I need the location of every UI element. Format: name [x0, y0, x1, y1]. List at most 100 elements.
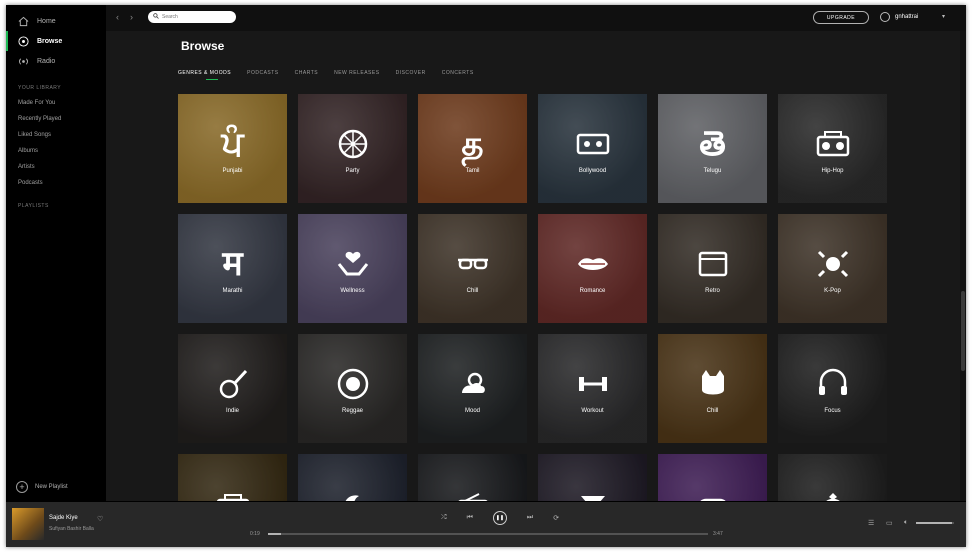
playback-controls: ⤮ ⏮ ❚❚ ⏭ ⟳: [431, 511, 569, 525]
scrollbar[interactable]: [960, 31, 966, 501]
genre-tile[interactable]: Chill: [658, 334, 767, 443]
username: gnhattrai: [895, 14, 919, 20]
queue-icon[interactable]: ☰: [868, 519, 874, 527]
heart-icon[interactable]: ♡: [97, 515, 103, 523]
library-item[interactable]: Artists: [6, 159, 106, 175]
pause-button[interactable]: ❚❚: [492, 511, 507, 525]
tab-concerts[interactable]: CONCERTS: [442, 70, 474, 80]
tile-label: Reggae: [341, 407, 364, 414]
genre-tile[interactable]: Focus: [778, 334, 887, 443]
tab-genres-moods[interactable]: GENRES & MOODS: [178, 70, 231, 80]
genre-tile[interactable]: म Marathi: [178, 214, 287, 323]
genre-tile[interactable]: Party: [298, 94, 407, 203]
genre-tile[interactable]: [418, 454, 527, 501]
tile-label: Bollywood: [578, 167, 607, 174]
home-icon: [18, 16, 29, 27]
genre-tile[interactable]: [778, 454, 887, 501]
new-playlist-button[interactable]: + New Playlist: [16, 481, 68, 493]
disco-ball-icon: [333, 124, 373, 164]
genre-tile[interactable]: Retro: [658, 214, 767, 323]
genre-tile[interactable]: [538, 454, 647, 501]
volume-icon[interactable]: 🔈︎: [904, 519, 908, 527]
upgrade-button[interactable]: UPGRADE: [813, 11, 869, 24]
radio-icon: [18, 56, 29, 67]
player-bar: Sajde Kiye Sufiyan Bashir Balla ♡ ⤮ ⏮ ❚❚…: [6, 501, 966, 547]
shuffle-icon[interactable]: ⤮: [441, 514, 447, 522]
genre-tile[interactable]: Reggae: [298, 334, 407, 443]
genre-tile[interactable]: Mood: [418, 334, 527, 443]
marathi-script-icon: म: [222, 244, 243, 283]
genre-tile[interactable]: Hip-Hop: [778, 94, 887, 203]
main-content: Browse GENRES & MOODS PODCASTS CHARTS NEW R…: [106, 31, 966, 501]
cloud-sun-icon: [453, 364, 493, 404]
browse-icon: [18, 35, 29, 47]
tile-label: Telugu: [703, 167, 722, 174]
library-item[interactable]: Podcasts: [6, 175, 106, 191]
tab-new-releases[interactable]: NEW RELEASES: [334, 70, 379, 80]
punjabi-script-icon: ਪੰ: [221, 124, 244, 163]
hands-heart-icon: [333, 244, 373, 284]
korea-flag-icon: [813, 244, 853, 284]
library-item[interactable]: Albums: [6, 143, 106, 159]
avatar: [880, 12, 890, 22]
tile-label: Romance: [579, 287, 606, 294]
genre-tile[interactable]: ਪੰ Punjabi: [178, 94, 287, 203]
time-elapsed: 0:19: [250, 531, 260, 537]
dumbbell-icon: [573, 364, 613, 404]
genre-tile[interactable]: Wellness: [298, 214, 407, 323]
tile-label: Mood: [464, 407, 480, 414]
search-box[interactable]: [148, 11, 236, 23]
previous-icon[interactable]: ⏮: [467, 514, 473, 522]
track-title[interactable]: Sajde Kiye: [49, 515, 78, 521]
back-arrow-icon[interactable]: ‹: [116, 12, 119, 22]
genre-tile[interactable]: Romance: [538, 214, 647, 323]
genre-tile[interactable]: K-Pop: [778, 214, 887, 323]
tab-discover[interactable]: DISCOVER: [396, 70, 426, 80]
library-item[interactable]: Recently Played: [6, 111, 106, 127]
sidebar-item-home[interactable]: Home: [6, 11, 106, 31]
track-artist[interactable]: Sufiyan Bashir Balla: [49, 526, 94, 532]
genre-tile[interactable]: Chill: [418, 214, 527, 323]
tile-label: K-Pop: [824, 287, 841, 294]
time-total: 3:47: [713, 531, 723, 537]
tile-label: Chill: [466, 287, 479, 294]
genre-tile[interactable]: [298, 454, 407, 501]
genre-tile[interactable]: తె Telugu: [658, 94, 767, 203]
genre-tile[interactable]: [178, 454, 287, 501]
tile-label: Hip-Hop: [821, 167, 844, 174]
tile-label: Tamil: [465, 167, 480, 174]
user-menu[interactable]: gnhattrai: [880, 12, 918, 22]
scrollbar-thumb[interactable]: [961, 291, 965, 371]
next-icon[interactable]: ⏭: [527, 514, 533, 522]
chevron-down-icon[interactable]: ▾: [942, 13, 945, 20]
cassette-icon: [573, 124, 613, 164]
tab-charts[interactable]: CHARTS: [295, 70, 318, 80]
headphones-icon: [813, 364, 853, 404]
search-input[interactable]: [162, 14, 232, 20]
progress-bar[interactable]: [268, 533, 708, 535]
cat-icon: [693, 364, 733, 404]
tile-label: Chill: [706, 407, 719, 414]
devices-icon[interactable]: ▭: [886, 519, 893, 527]
genre-tile[interactable]: [658, 454, 767, 501]
tile-label: Focus: [824, 407, 841, 414]
volume-slider[interactable]: [916, 522, 954, 524]
genre-tile[interactable]: Bollywood: [538, 94, 647, 203]
cocktail-icon: [573, 487, 613, 501]
sidebar-item-label: Browse: [37, 37, 63, 45]
library-item[interactable]: Liked Songs: [6, 127, 106, 143]
genre-tile[interactable]: Workout: [538, 334, 647, 443]
tile-label: Retro: [705, 287, 720, 294]
genre-tile[interactable]: Indie: [178, 334, 287, 443]
forward-arrow-icon[interactable]: ›: [130, 12, 133, 22]
genre-tile[interactable]: த Tamil: [418, 94, 527, 203]
tab-podcasts[interactable]: PODCASTS: [247, 70, 279, 80]
sidebar-item-browse[interactable]: Browse: [6, 31, 106, 51]
repeat-icon[interactable]: ⟳: [553, 514, 559, 522]
library-item[interactable]: Made For You: [6, 95, 106, 111]
sidebar-item-radio[interactable]: Radio: [6, 51, 106, 71]
genre-grid: ਪੰ Punjabi Party த Tamil Bollywood తె Telugu Hip…: [178, 94, 887, 501]
top-bar: ‹ › UPGRADE gnhattrai ▾: [106, 5, 966, 31]
album-cover[interactable]: [12, 508, 44, 540]
sidebar-item-label: Radio: [37, 57, 56, 65]
